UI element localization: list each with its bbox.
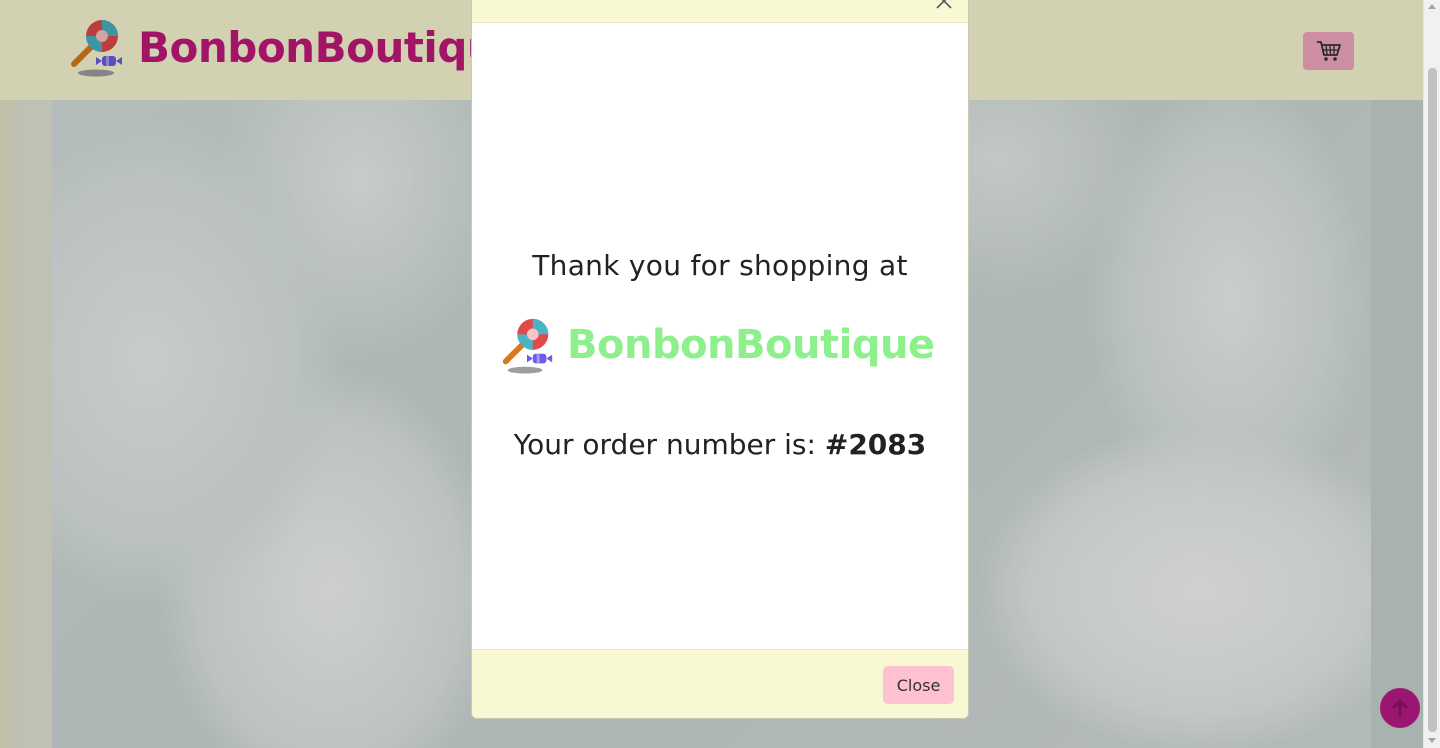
order-number: #2083 [824, 428, 927, 461]
page-scrollbar[interactable] [1423, 0, 1440, 748]
arrow-up-icon [1392, 699, 1408, 717]
order-number-label: Your order number is: [513, 428, 816, 461]
scroll-down-arrow[interactable] [1428, 738, 1436, 743]
scroll-thumb[interactable] [1428, 68, 1437, 732]
order-number-line: Your order number is: #2083 [472, 428, 968, 461]
back-to-top-button[interactable] [1380, 688, 1420, 728]
modal-close-x-button[interactable] [934, 0, 954, 11]
modal-brand: BonbonBoutique [499, 315, 935, 375]
scroll-up-arrow[interactable] [1428, 4, 1436, 9]
lollipop-candy-icon [502, 318, 553, 374]
close-icon [936, 0, 952, 9]
thanks-message: Thank you for shopping at [532, 249, 908, 282]
modal-brand-name: BonbonBoutique [567, 322, 935, 368]
modal-footer: Close [472, 649, 968, 718]
close-button[interactable]: Close [883, 666, 954, 704]
modal-header [472, 0, 968, 23]
modal-body: Thank you for shopping at BonbonBoutique… [472, 23, 968, 650]
order-confirmation-modal: Thank you for shopping at BonbonBoutique… [471, 0, 969, 719]
